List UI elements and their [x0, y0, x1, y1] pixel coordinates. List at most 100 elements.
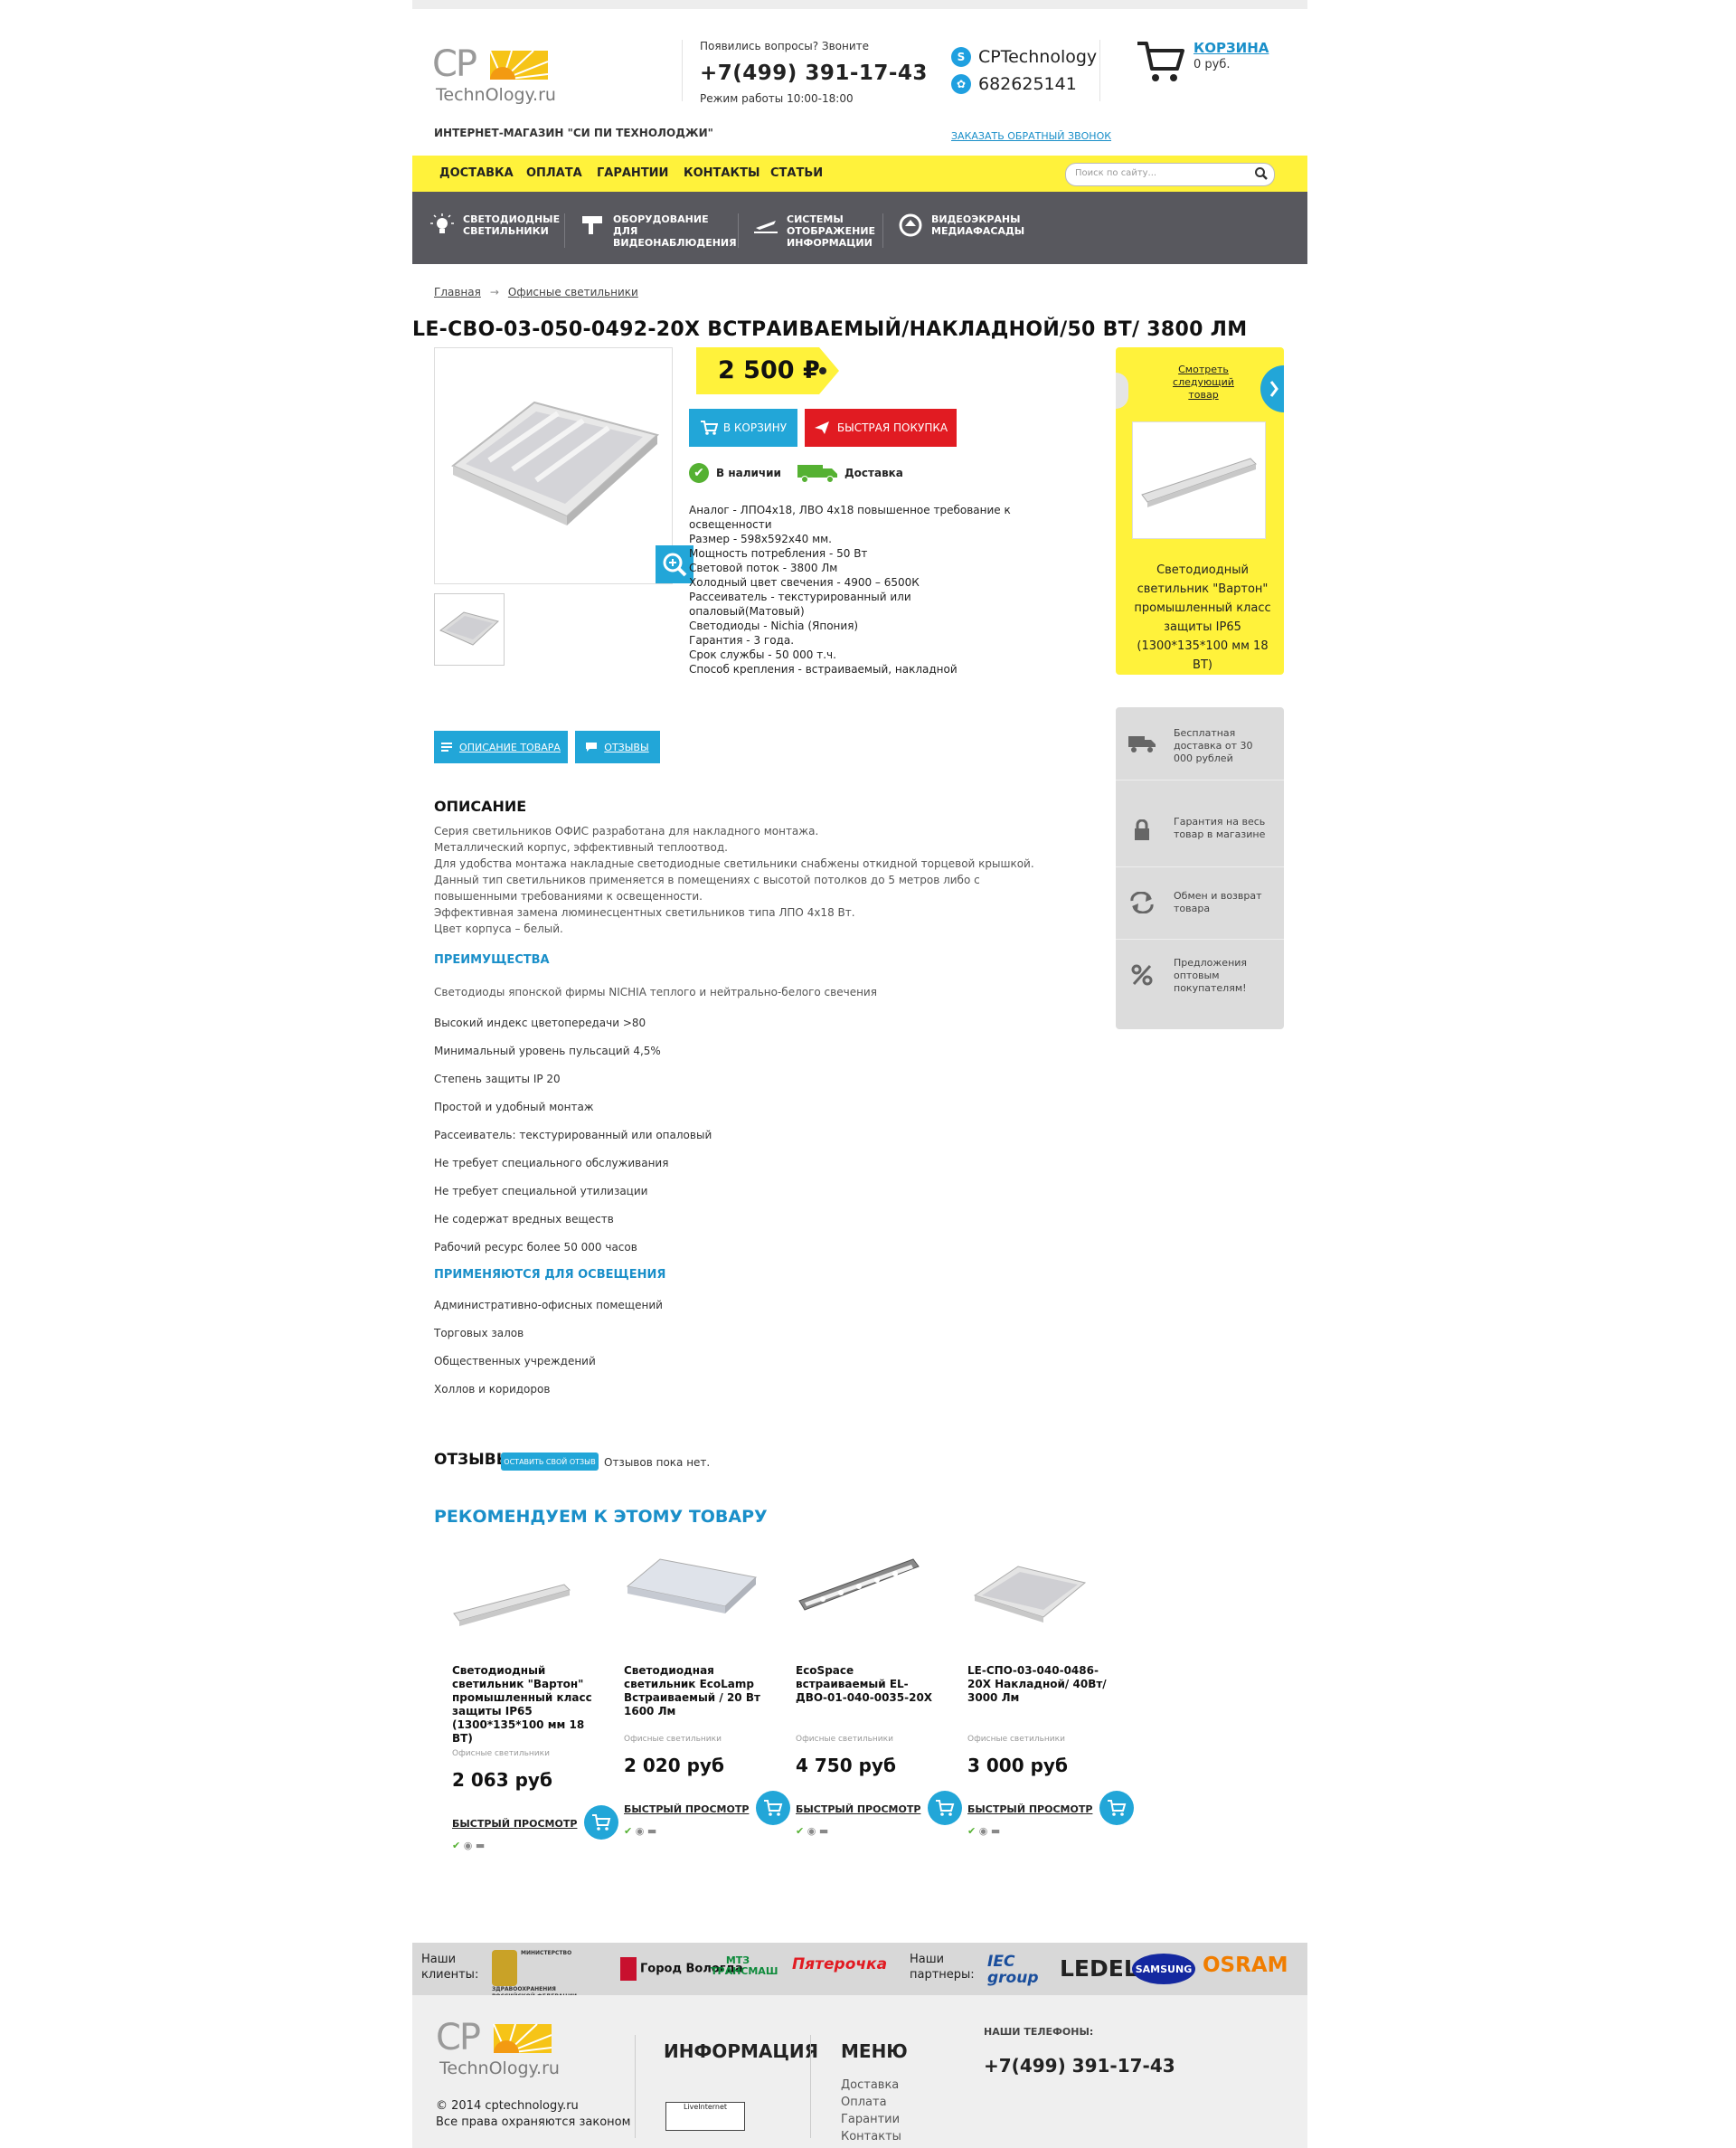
product-card[interactable]: Светодиодная светильник EcoLamp Встраива…: [624, 1550, 790, 1858]
footer-phone[interactable]: +7(499) 391-17-43: [984, 2055, 1175, 2077]
comment-icon[interactable]: ▬: [819, 1825, 828, 1837]
product-card[interactable]: LE-СПО-03-040-0486-20Х Накладной/ 40Вт/ …: [967, 1550, 1134, 1858]
footer-logo[interactable]: CP TechnOlogy.ru: [436, 2017, 562, 2082]
product-card-category: Офисные светильники: [796, 1735, 893, 1744]
footer-menu-item[interactable]: Контакты: [841, 2128, 901, 2145]
product-card[interactable]: EcoSpace встраиваемый EL-ДВО-01-040-0035…: [796, 1550, 962, 1858]
add-to-cart-round-button[interactable]: [1099, 1791, 1134, 1825]
partner-logo-iec[interactable]: IEC group: [987, 1954, 1042, 1986]
quick-view-link[interactable]: БЫСТРЫЙ ПРОСМОТР: [624, 1803, 749, 1815]
thumbnail-image: [439, 611, 500, 646]
quick-view-link[interactable]: БЫСТРЫЙ ПРОСМОТР: [967, 1803, 1092, 1815]
category-screens[interactable]: ВИДЕОЭКРАНЫ МЕДИАФАСАДЫ: [899, 213, 1024, 237]
spec-line: Рассеиватель - текстурированный или опал…: [689, 591, 911, 618]
eye-icon[interactable]: ◉: [979, 1825, 988, 1837]
product-thumbnail[interactable]: [434, 593, 505, 666]
product-card-name[interactable]: LE-СПО-03-040-0486-20Х Накладной/ 40Вт/ …: [967, 1664, 1112, 1705]
cart-title[interactable]: КОРЗИНА: [1194, 40, 1269, 56]
logo-sun-icon: [489, 50, 548, 80]
next-product-panel: Смотреть следующий товар Светодиодный св…: [1116, 347, 1284, 675]
product-card-name[interactable]: Светодиодный светильник "Вартон" промышл…: [452, 1664, 597, 1746]
delivery-truck-icon: [797, 465, 837, 483]
product-card-image[interactable]: [967, 1550, 1103, 1641]
header-phone[interactable]: +7(499) 391-17-43: [700, 62, 928, 85]
add-to-cart-round-button[interactable]: [584, 1805, 618, 1840]
product-card-name[interactable]: EcoSpace встраиваемый EL-ДВО-01-040-0035…: [796, 1664, 940, 1705]
product-card-image[interactable]: [624, 1550, 760, 1641]
category-separator: [564, 213, 565, 248]
eye-icon[interactable]: ◉: [807, 1825, 816, 1837]
footer-menu-item[interactable]: Оплата: [841, 2094, 901, 2111]
comment-icon[interactable]: ▬: [476, 1840, 485, 1851]
product-card-icons: ✔ ◉ ▬: [967, 1825, 1000, 1837]
percent-icon: [1131, 964, 1153, 986]
quick-view-link[interactable]: БЫСТРЫЙ ПРОСМОТР: [452, 1818, 577, 1830]
nav-guarantee[interactable]: ГАРАНТИИ: [597, 166, 668, 180]
add-to-cart-button[interactable]: В КОРЗИНУ: [689, 409, 797, 447]
product-card-image[interactable]: [452, 1550, 588, 1641]
footer-menu-item[interactable]: Доставка: [841, 2077, 901, 2094]
partner-logo-samsung[interactable]: SAMSUNG: [1132, 1954, 1195, 1984]
lock-icon: [1135, 819, 1149, 840]
comment-icon[interactable]: ▬: [991, 1825, 1000, 1837]
product-card-price: 2 063 руб: [452, 1769, 552, 1791]
camera-icon: [582, 216, 602, 234]
callback-link[interactable]: ЗАКАЗАТЬ ОБРАТНЫЙ ЗВОНОК: [951, 130, 1111, 142]
partner-logo-osram[interactable]: OSRAM: [1203, 1954, 1288, 1977]
breadcrumb-current[interactable]: Офисные светильники: [508, 286, 638, 298]
liveinternet-counter[interactable]: LiveInternet: [665, 2102, 745, 2131]
nav-delivery[interactable]: ДОСТАВКА: [439, 166, 514, 180]
usage-item: Холлов и коридоров: [434, 1383, 551, 1396]
next-product-image[interactable]: [1132, 421, 1266, 539]
partner-logo-ledel[interactable]: LEDEL: [1060, 1955, 1138, 1982]
product-main-image[interactable]: [434, 347, 693, 584]
product-card-category: Офисные светильники: [967, 1735, 1065, 1744]
client-logo-pyaterochka[interactable]: Пятерочка: [792, 1955, 887, 1973]
next-product-link[interactable]: Смотреть следующий товар: [1163, 364, 1244, 402]
client-logo-mtz[interactable]: МТЗ ТРАНСМАШ: [711, 1955, 778, 1977]
search-icon[interactable]: [1254, 166, 1269, 181]
spec-line: Размер - 598х592х40 мм.: [689, 533, 832, 545]
skype-name[interactable]: CPTechnology: [978, 47, 1097, 67]
next-product-button[interactable]: [1260, 365, 1284, 412]
footer: CP TechnOlogy.ru © 2014 cptechnology.ru …: [412, 1995, 1307, 2148]
work-hours: Режим работы 10:00-18:00: [700, 92, 854, 105]
breadcrumb-home[interactable]: Главная: [434, 286, 481, 298]
eye-icon[interactable]: ◉: [636, 1825, 645, 1837]
comment-icon[interactable]: ▬: [647, 1825, 656, 1837]
category-cctv[interactable]: ОБОРУДОВАНИЕ ДЛЯ ВИДЕОНАБЛЮДЕНИЯ: [580, 213, 737, 249]
zoom-button[interactable]: [656, 545, 693, 583]
benefit-text: Бесплатная доставка от 30 000 рублей: [1174, 727, 1253, 764]
advantage-item: Степень защиты IP 20: [434, 1073, 561, 1085]
copyright-text: © 2014 cptechnology.ru: [436, 2099, 579, 2113]
questions-text: Появились вопросы? Звоните: [700, 40, 870, 52]
icq-number[interactable]: 682625141: [978, 74, 1077, 94]
nav-payment[interactable]: ОПЛАТА: [526, 166, 582, 180]
footer-menu-item[interactable]: Гарантии: [841, 2111, 901, 2128]
add-to-cart-round-button[interactable]: [756, 1791, 790, 1825]
product-price: 2 500 ₽: [718, 356, 820, 384]
add-to-cart-round-button[interactable]: [928, 1791, 962, 1825]
quick-buy-button[interactable]: БЫСТРАЯ ПОКУПКА: [805, 409, 957, 447]
next-product-name[interactable]: Светодиодный светильник "Вартон" промышл…: [1130, 561, 1275, 675]
site-logo[interactable]: CP TechnOlogy.ru: [432, 43, 559, 109]
quick-view-link[interactable]: БЫСТРЫЙ ПРОСМОТР: [796, 1803, 920, 1815]
client-logo-ministry[interactable]: МИНИСТЕРСТВО ЗДРАВООХРАНЕНИЯ РОССИЙСКОЙ …: [492, 1950, 579, 2001]
partners-label: Наши партнеры:: [910, 1953, 975, 1982]
search-input[interactable]: Поиск по сайту...: [1065, 163, 1275, 186]
product-card-image[interactable]: [796, 1550, 931, 1641]
product-card[interactable]: Светодиодный светильник "Вартон" промышл…: [452, 1550, 618, 1858]
nav-articles[interactable]: СТАТЬИ: [770, 166, 823, 180]
product-card-name[interactable]: Светодиодная светильник EcoLamp Встраива…: [624, 1664, 769, 1718]
nav-contacts[interactable]: КОНТАКТЫ: [684, 166, 760, 180]
prev-product-button[interactable]: [1116, 373, 1128, 409]
footer-divider: [810, 2035, 811, 2138]
eye-icon[interactable]: ◉: [464, 1840, 473, 1851]
category-separator: [738, 213, 739, 248]
category-led[interactable]: СВЕТОДИОДНЫЕ СВЕТИЛЬНИКИ: [430, 213, 560, 237]
tab-description[interactable]: ОПИСАНИЕ ТОВАРА: [434, 731, 568, 763]
leave-review-button[interactable]: ОСТАВИТЬ СВОЙ ОТЗЫВ: [501, 1453, 599, 1471]
spec-line: Аналог - ЛПО4х18, ЛВО 4х18 повышенное тр…: [689, 504, 1011, 531]
category-displays[interactable]: СИСТЕМЫ ОТОБРАЖЕНИЕ ИНФОРМАЦИИ: [754, 213, 877, 249]
tab-reviews[interactable]: ОТЗЫВЫ: [575, 731, 660, 763]
